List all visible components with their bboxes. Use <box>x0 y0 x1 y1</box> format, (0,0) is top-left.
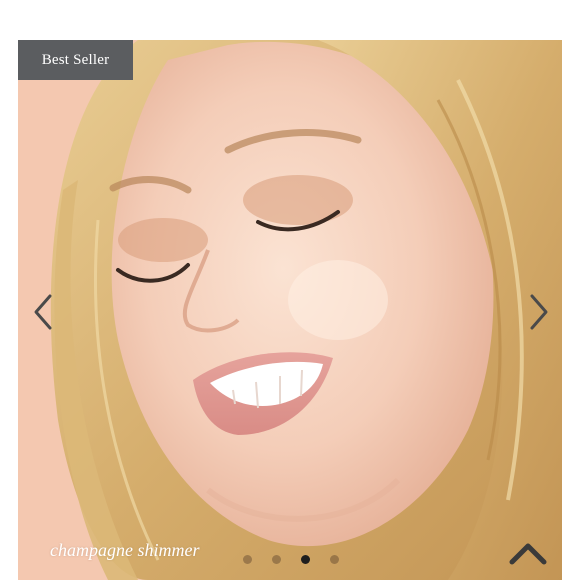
carousel-pagination <box>243 555 339 564</box>
shade-caption: champagne shimmer <box>50 540 200 560</box>
carousel-prev-button[interactable] <box>30 292 58 332</box>
carousel-dot-active[interactable] <box>301 555 310 564</box>
carousel-next-button[interactable] <box>524 292 552 332</box>
carousel-dot[interactable] <box>330 555 339 564</box>
scroll-to-top-button[interactable] <box>508 540 548 568</box>
carousel-dot[interactable] <box>272 555 281 564</box>
chevron-right-icon <box>530 294 548 330</box>
best-seller-badge: Best Seller <box>18 40 133 80</box>
carousel-dot[interactable] <box>243 555 252 564</box>
product-gallery: Best Seller champagne shimmer <box>0 0 580 580</box>
chevron-left-icon <box>34 294 52 330</box>
product-photo <box>18 40 562 580</box>
chevron-up-icon <box>509 543 547 565</box>
image-carousel[interactable]: Best Seller champagne shimmer <box>18 40 562 580</box>
